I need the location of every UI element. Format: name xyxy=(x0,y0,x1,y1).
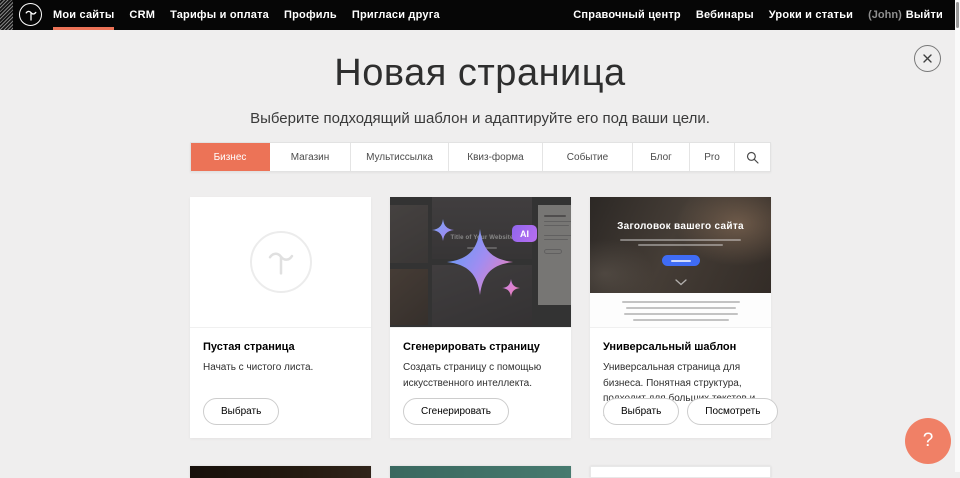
card-title: Пустая страница xyxy=(203,341,358,353)
card-blank-page[interactable]: Пустая страница Начать с чистого листа. … xyxy=(190,197,371,438)
nav-lessons-articles[interactable]: Уроки и статьи xyxy=(769,9,853,21)
nav-profile[interactable]: Профиль xyxy=(284,0,337,30)
card-description: Создать страницу с помощью искусственног… xyxy=(403,360,558,391)
card-actions: Выбрать Посмотреть xyxy=(603,398,778,425)
template-card-partial[interactable] xyxy=(190,466,371,478)
tilda-logo-watermark-icon xyxy=(250,231,312,293)
tab-blog[interactable]: Блог xyxy=(633,143,690,171)
choose-template-button[interactable]: Выбрать xyxy=(603,398,679,425)
search-icon xyxy=(746,151,759,164)
template-category-tabs: Бизнес Магазин Мультиссылка Квиз-форма С… xyxy=(190,142,771,172)
template-card-partial[interactable] xyxy=(390,466,571,478)
tilda-logo-icon[interactable] xyxy=(19,3,42,26)
template-card-partial[interactable] xyxy=(590,466,771,478)
nav-help-center[interactable]: Справочный центр xyxy=(573,9,681,21)
edge-texture xyxy=(0,0,13,30)
scrollbar-thumb[interactable] xyxy=(956,2,959,28)
tab-event[interactable]: Событие xyxy=(543,143,633,171)
scrollbar-track[interactable] xyxy=(955,0,960,472)
tab-multilink[interactable]: Мультиссылка xyxy=(351,143,449,171)
preview-template-button[interactable]: Посмотреть xyxy=(687,398,778,425)
ai-sparkle-small-icon xyxy=(432,219,454,241)
page-subtitle: Выберите подходящий шаблон и адаптируйте… xyxy=(0,110,960,127)
card-title: Сгенерировать страницу xyxy=(403,341,558,353)
tab-search[interactable] xyxy=(735,143,770,171)
nav-plans-payment[interactable]: Тарифы и оплата xyxy=(170,0,269,30)
tab-quiz-form[interactable]: Квиз-форма xyxy=(449,143,543,171)
secondary-nav: Справочный центр Вебинары Уроки и статьи… xyxy=(573,0,943,30)
close-icon xyxy=(921,52,934,65)
chevron-down-icon xyxy=(675,279,687,286)
card-ai-generate[interactable]: Title of Your Website xyxy=(390,197,571,438)
template-cards-row: Пустая страница Начать с чистого листа. … xyxy=(190,197,771,438)
nav-invite-friend[interactable]: Пригласи друга xyxy=(352,0,440,30)
preview-text-block xyxy=(590,293,771,328)
nav-webinars[interactable]: Вебинары xyxy=(696,9,754,21)
card-blank-preview xyxy=(190,197,371,328)
next-template-row xyxy=(190,466,771,478)
logout-link[interactable]: Выйти xyxy=(906,9,943,21)
user-name: (John) xyxy=(868,9,902,21)
tab-store[interactable]: Магазин xyxy=(270,143,351,171)
top-bar: Мои сайты CRM Тарифы и оплата Профиль Пр… xyxy=(0,0,960,30)
nav-my-sites[interactable]: Мои сайты xyxy=(53,0,114,30)
main-nav: Мои сайты CRM Тарифы и оплата Профиль Пр… xyxy=(53,0,440,30)
tab-business[interactable]: Бизнес xyxy=(191,143,270,171)
preview-hero: Заголовок вашего сайта xyxy=(590,197,771,293)
card-universal-preview: Заголовок вашего сайта xyxy=(590,197,771,328)
help-button[interactable]: ? xyxy=(905,418,951,464)
card-blank-body: Пустая страница Начать с чистого листа. xyxy=(190,328,371,376)
user-session: (John) Выйти xyxy=(868,9,943,21)
preview-cta-button xyxy=(662,255,700,266)
card-universal-template[interactable]: Заголовок вашего сайта Универсальный шаб… xyxy=(590,197,771,438)
card-title: Универсальный шаблон xyxy=(603,341,758,353)
page-title: Новая страница xyxy=(0,52,960,95)
card-actions: Сгенерировать xyxy=(403,398,509,425)
card-description: Начать с чистого листа. xyxy=(203,360,358,376)
card-ai-body: Сгенерировать страницу Создать страницу … xyxy=(390,328,571,391)
preview-heading: Заголовок вашего сайта xyxy=(590,221,771,232)
card-ai-preview: Title of Your Website xyxy=(390,197,571,328)
close-button[interactable] xyxy=(914,45,941,72)
nav-crm[interactable]: CRM xyxy=(129,0,155,30)
card-actions: Выбрать xyxy=(203,398,279,425)
generate-button[interactable]: Сгенерировать xyxy=(403,398,509,425)
ai-badge: AI xyxy=(512,225,537,242)
ai-sparkle-small-icon xyxy=(502,279,520,297)
choose-blank-button[interactable]: Выбрать xyxy=(203,398,279,425)
tab-pro[interactable]: Pro xyxy=(690,143,735,171)
